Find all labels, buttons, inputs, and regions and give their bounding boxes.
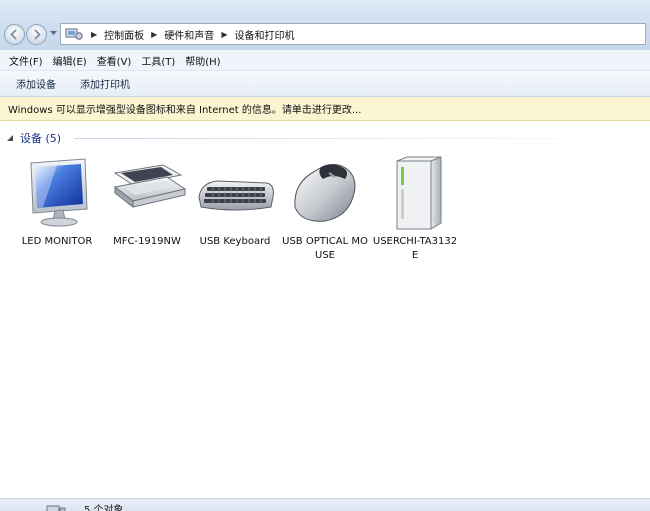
- group-header-devices[interactable]: 设备 (5): [6, 130, 61, 146]
- device-list: 设备 (5) LED MONITOR MFC-1919NW USB Keyboa…: [0, 121, 650, 498]
- menu-tools[interactable]: 工具(T): [136, 53, 180, 68]
- status-bar: 5 个对象: [0, 498, 650, 511]
- keyboard-icon: [198, 180, 274, 211]
- menu-file[interactable]: 文件(F): [4, 53, 48, 68]
- device-usb-keyboard[interactable]: USB Keyboard: [192, 153, 278, 249]
- menu-help[interactable]: 帮助(H): [180, 53, 225, 68]
- device-label: MFC-1919NW: [113, 236, 181, 247]
- add-printer-button[interactable]: 添加打印机: [74, 73, 136, 94]
- breadcrumb-separator: ▶: [91, 29, 98, 39]
- info-bar-text: Windows 可以显示增强型设备图标和来自 Internet 的信息。请单击进…: [8, 105, 362, 116]
- add-device-button[interactable]: 添加设备: [10, 73, 62, 94]
- menu-bar: 文件(F) 编辑(E) 查看(V) 工具(T) 帮助(H): [0, 50, 650, 71]
- breadcrumb[interactable]: ▶ 控制面板 ▶ 硬件和声音 ▶ 设备和打印机: [60, 23, 646, 45]
- device-userchi-ta3132e[interactable]: USERCHI-TA3132E: [372, 153, 458, 263]
- back-button[interactable]: [4, 24, 25, 45]
- status-item-count: 5 个对象: [84, 505, 124, 511]
- device-label: USB OPTICAL MOUSE: [282, 236, 368, 261]
- menu-view[interactable]: 查看(V): [92, 53, 137, 68]
- control-panel-icon: [65, 28, 83, 40]
- breadcrumb-hardware-sound[interactable]: 硬件和声音: [164, 27, 214, 42]
- group-divider: [74, 138, 644, 139]
- breadcrumb-separator: ▶: [221, 29, 228, 39]
- device-usb-optical-mouse[interactable]: USB OPTICAL MOUSE: [282, 153, 368, 263]
- breadcrumb-control-panel[interactable]: 控制面板: [104, 27, 144, 42]
- menu-edit[interactable]: 编辑(E): [48, 53, 92, 68]
- breadcrumb-devices-printers[interactable]: 设备和打印机: [234, 27, 294, 42]
- forward-button[interactable]: [26, 24, 47, 45]
- device-label: LED MONITOR: [21, 236, 93, 247]
- breadcrumb-separator: ▶: [151, 29, 158, 39]
- scanner-icon: [113, 164, 187, 209]
- device-mfc-1919nw[interactable]: MFC-1919NW: [104, 153, 190, 249]
- device-led-monitor[interactable]: LED MONITOR: [14, 153, 100, 249]
- address-bar: ▶ 控制面板 ▶ 硬件和声音 ▶ 设备和打印机: [0, 0, 650, 50]
- recent-pages-dropdown[interactable]: [50, 31, 57, 36]
- devices-icon: [46, 505, 66, 511]
- monitor-icon: [30, 158, 88, 227]
- group-title: 设备 (5): [20, 132, 62, 145]
- arrow-left-icon: [10, 29, 17, 40]
- device-label: USERCHI-TA3132E: [372, 236, 458, 261]
- collapse-caret-icon: [7, 135, 13, 141]
- command-bar: 添加设备 添加打印机: [0, 71, 650, 97]
- arrow-right-icon: [34, 29, 41, 40]
- device-label: USB Keyboard: [199, 236, 271, 247]
- info-bar[interactable]: Windows 可以显示增强型设备图标和来自 Internet 的信息。请单击进…: [0, 97, 650, 121]
- computer-tower-icon: [396, 156, 442, 230]
- mouse-icon: [294, 164, 356, 222]
